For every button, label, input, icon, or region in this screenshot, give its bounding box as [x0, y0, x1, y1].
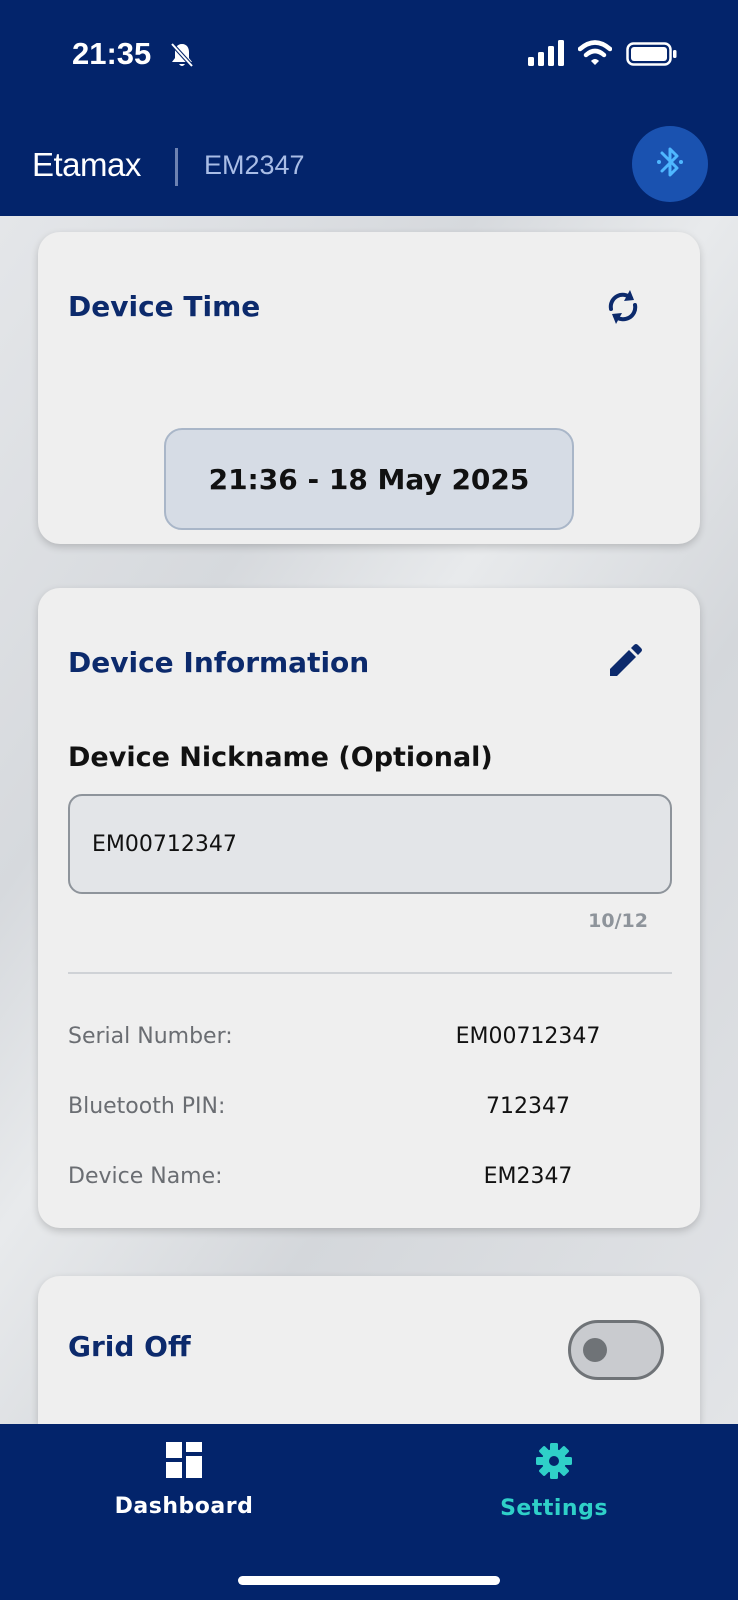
device-name-label: Device Name: — [68, 1164, 223, 1189]
settings-content[interactable]: Device Time 21:36 - 18 May 2025 Device I… — [0, 216, 738, 1424]
toggle-knob — [583, 1338, 607, 1362]
top-app-bar: 21:35 Etamax EM2347 — [0, 0, 738, 216]
status-time: 21:35 — [72, 36, 152, 71]
wifi-icon — [577, 40, 613, 70]
bluetooth-pin-label: Bluetooth PIN: — [68, 1094, 226, 1119]
device-information-title: Device Information — [68, 646, 370, 679]
dashboard-icon — [54, 1442, 314, 1482]
bottom-navigation: Dashboard Settings — [0, 1424, 738, 1600]
bell-slash-icon — [170, 42, 194, 72]
nickname-char-counter: 10/12 — [588, 910, 648, 932]
bluetooth-pin-value: 712347 — [486, 1094, 570, 1119]
grid-off-toggle[interactable] — [568, 1320, 664, 1380]
gear-icon — [424, 1442, 684, 1484]
device-time-value[interactable]: 21:36 - 18 May 2025 — [164, 428, 574, 530]
serial-number-label: Serial Number: — [68, 1024, 233, 1049]
bluetooth-icon — [655, 143, 685, 185]
battery-icon — [626, 42, 678, 70]
nickname-input[interactable] — [68, 794, 672, 894]
home-indicator — [238, 1576, 500, 1585]
serial-number-value: EM00712347 — [455, 1024, 601, 1049]
device-time-card: Device Time 21:36 - 18 May 2025 — [38, 232, 700, 544]
nav-dashboard-label: Dashboard — [114, 1494, 254, 1519]
nickname-label: Device Nickname (Optional) — [68, 742, 493, 773]
nav-dashboard[interactable]: Dashboard — [54, 1442, 314, 1519]
app-brand: Etamax — [32, 146, 141, 183]
header-divider — [175, 148, 178, 186]
grid-off-title: Grid Off — [68, 1330, 191, 1363]
device-time-title: Device Time — [68, 290, 261, 323]
nav-settings-label: Settings — [500, 1496, 608, 1521]
section-divider — [68, 972, 672, 974]
device-information-card: Device Information Device Nickname (Opti… — [38, 588, 700, 1228]
status-bar: 21:35 — [0, 30, 738, 80]
grid-off-card: Grid Off — [38, 1276, 700, 1424]
bluetooth-button[interactable] — [632, 126, 708, 202]
device-name-value: EM2347 — [483, 1164, 573, 1189]
pencil-icon[interactable] — [606, 644, 642, 684]
header-device-name: EM2347 — [204, 150, 305, 180]
signal-icon — [528, 40, 566, 70]
nav-settings[interactable]: Settings — [424, 1442, 684, 1521]
sync-icon[interactable] — [606, 288, 640, 330]
